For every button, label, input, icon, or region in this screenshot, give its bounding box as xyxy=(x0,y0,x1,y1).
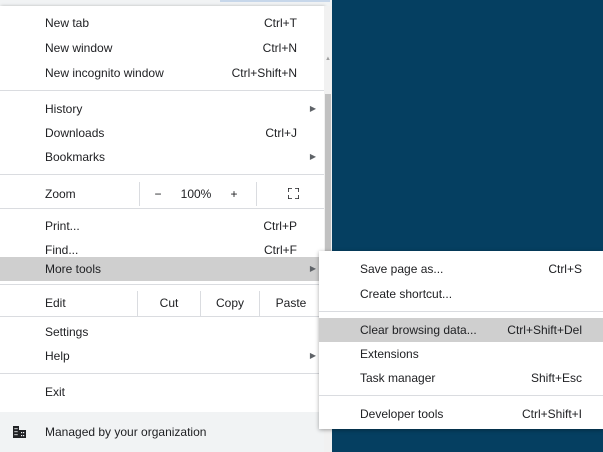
menu-item-shortcut: Ctrl+Shift+N xyxy=(231,66,297,80)
submenu-item-shortcut: Ctrl+S xyxy=(548,262,582,276)
menu-item-label: Bookmarks xyxy=(45,150,106,164)
menu-separator xyxy=(0,373,324,374)
submenu-item-shortcut: Shift+Esc xyxy=(530,371,582,385)
submenu-arrow-icon: ▶ xyxy=(309,264,316,273)
submenu-item-label: Developer tools xyxy=(360,407,444,421)
submenu-item-shortcut: Ctrl+Shift+I xyxy=(521,407,582,421)
menu-item-label: Help xyxy=(45,349,70,363)
menu-item-new-window[interactable]: New window Ctrl+N xyxy=(0,36,324,60)
zoom-out-button[interactable]: − xyxy=(150,182,166,206)
submenu-item-label: Save page as... xyxy=(360,262,444,276)
zoom-label: Zoom xyxy=(45,187,76,201)
top-strip-accent xyxy=(220,0,330,2)
submenu-separator xyxy=(319,311,603,312)
menu-item-label: New window xyxy=(45,41,113,55)
paste-button[interactable]: Paste xyxy=(260,291,322,316)
submenu-item-create-shortcut[interactable]: Create shortcut... xyxy=(319,282,603,306)
menu-item-label: Downloads xyxy=(45,126,105,140)
submenu-item-developer-tools[interactable]: Developer tools Ctrl+Shift+I xyxy=(319,402,603,426)
menu-item-shortcut: Ctrl+N xyxy=(262,41,297,55)
menu-item-history[interactable]: History ▶ xyxy=(0,97,324,121)
menu-item-shortcut: Ctrl+J xyxy=(265,126,297,140)
submenu-arrow-icon: ▶ xyxy=(309,152,316,161)
menu-item-exit[interactable]: Exit xyxy=(0,380,324,404)
menu-item-settings[interactable]: Settings xyxy=(0,320,324,344)
zoom-divider xyxy=(256,182,257,206)
menu-item-label: Settings xyxy=(45,325,89,339)
more-tools-submenu: Save page as... Ctrl+S Create shortcut..… xyxy=(319,251,603,429)
menu-item-shortcut: Ctrl+P xyxy=(263,219,297,233)
submenu-item-extensions[interactable]: Extensions xyxy=(319,342,603,366)
submenu-separator xyxy=(319,395,603,396)
menu-item-downloads[interactable]: Downloads Ctrl+J xyxy=(0,121,324,145)
cut-button[interactable]: Cut xyxy=(138,291,200,316)
menu-item-new-tab[interactable]: New tab Ctrl+T xyxy=(0,11,324,35)
menu-item-help[interactable]: Help ▶ xyxy=(0,344,324,368)
submenu-arrow-icon: ▶ xyxy=(309,351,316,360)
submenu-item-label: Extensions xyxy=(360,347,419,361)
zoom-row: Zoom − 100% + xyxy=(0,182,324,206)
edit-row: Edit Cut Copy Paste xyxy=(0,291,324,316)
managed-label: Managed by your organization xyxy=(45,425,207,439)
menu-item-label: History xyxy=(45,102,83,116)
zoom-divider xyxy=(139,182,140,206)
submenu-item-label: Create shortcut... xyxy=(360,287,453,301)
menu-item-label: New incognito window xyxy=(45,66,164,80)
zoom-in-button[interactable]: + xyxy=(226,182,242,206)
menu-item-more-tools[interactable]: More tools ▶ xyxy=(0,257,324,281)
menu-separator xyxy=(0,284,324,285)
menu-separator xyxy=(0,90,324,91)
submenu-item-clear-browsing-data[interactable]: Clear browsing data... Ctrl+Shift+Del xyxy=(319,318,603,342)
menu-item-label: Exit xyxy=(45,385,66,399)
menu-item-new-incognito-window[interactable]: New incognito window Ctrl+Shift+N xyxy=(0,61,324,85)
scroll-up-arrow-icon[interactable]: ▲ xyxy=(325,56,331,62)
submenu-item-save-page-as[interactable]: Save page as... Ctrl+S xyxy=(319,257,603,281)
chrome-main-menu: New tab Ctrl+T New window Ctrl+N New inc… xyxy=(0,6,324,452)
copy-button[interactable]: Copy xyxy=(201,291,259,316)
menu-item-label: Print... xyxy=(45,219,80,233)
edit-label: Edit xyxy=(45,296,66,310)
submenu-item-shortcut: Ctrl+Shift+Del xyxy=(507,323,582,337)
menu-separator xyxy=(0,208,324,209)
fullscreen-icon[interactable] xyxy=(288,188,299,199)
managed-by-organization[interactable]: Managed by your organization xyxy=(0,412,324,452)
scrollbar-thumb[interactable] xyxy=(325,94,331,259)
menu-item-label: New tab xyxy=(45,16,90,30)
submenu-item-label: Task manager xyxy=(360,371,436,385)
submenu-item-task-manager[interactable]: Task manager Shift+Esc xyxy=(319,366,603,390)
submenu-item-label: Clear browsing data... xyxy=(360,323,477,337)
menu-separator xyxy=(0,174,324,175)
menu-item-shortcut: Ctrl+T xyxy=(264,16,297,30)
building-icon xyxy=(13,426,26,438)
zoom-level: 100% xyxy=(180,187,212,201)
screen: New tab Ctrl+T New window Ctrl+N New inc… xyxy=(0,0,603,452)
menu-separator xyxy=(0,316,324,317)
submenu-arrow-icon: ▶ xyxy=(309,104,316,113)
menu-item-print[interactable]: Print... Ctrl+P xyxy=(0,214,324,238)
menu-item-label: More tools xyxy=(45,262,102,276)
menu-item-bookmarks[interactable]: Bookmarks ▶ xyxy=(0,145,324,169)
